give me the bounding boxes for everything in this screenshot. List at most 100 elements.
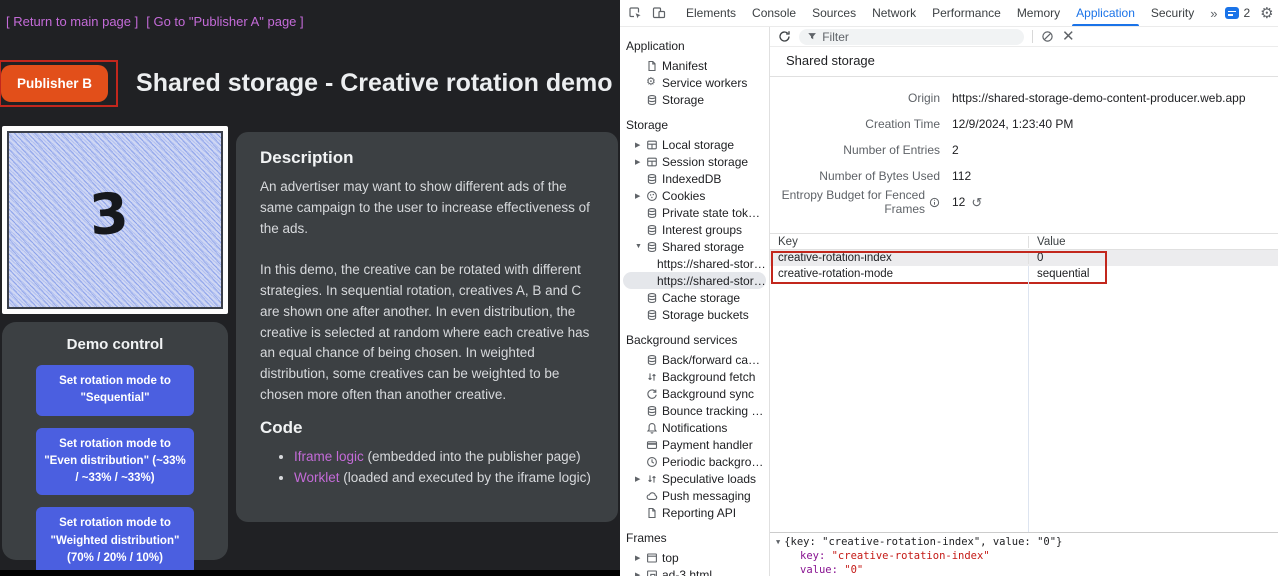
metadata-row-entropy-budget-for-fenced-frames: Entropy Budget for Fenced Frames12↺ <box>770 189 1278 215</box>
rotation-mode-button-2[interactable]: Set rotation mode to "Weighted distribut… <box>36 507 194 575</box>
page-title: Shared storage - Creative rotation demo <box>136 69 613 98</box>
sidebar-item-private-state-tokens[interactable]: Private state tokens <box>623 204 766 221</box>
rotation-mode-button-0[interactable]: Set rotation mode to "Sequential" <box>36 365 194 416</box>
sidebar-item-session-storage[interactable]: ▶ Session storage <box>623 153 766 170</box>
metadata-label-text: Origin <box>908 91 940 105</box>
sidebar-item-label: Payment handler <box>662 438 753 452</box>
rotation-mode-button-1[interactable]: Set rotation mode to "Even distribution"… <box>36 428 194 496</box>
key-column-header[interactable]: Key <box>770 236 1028 248</box>
code-link-worklet[interactable]: Worklet <box>294 470 340 485</box>
payment-card-icon <box>646 439 662 451</box>
expander-icon[interactable]: ▶ <box>635 192 646 200</box>
table-icon <box>646 156 662 168</box>
device-toolbar-icon[interactable] <box>650 4 668 22</box>
sidebar-item-push-messaging[interactable]: Push messaging <box>623 487 766 504</box>
sidebar-item-periodic-background-s[interactable]: Periodic background s... <box>623 453 766 470</box>
sidebar-item-manifest[interactable]: Manifest <box>623 57 766 74</box>
sidebar-item-cache-storage[interactable]: Cache storage <box>623 289 766 306</box>
sidebar-item-https-shared-storage-d[interactable]: https://shared-storage-d... <box>623 272 766 289</box>
info-icon[interactable] <box>929 197 940 208</box>
expander-icon[interactable]: ▶ <box>635 571 646 576</box>
metadata-value: 12 ↺ <box>952 195 982 209</box>
preview-properties: key: "creative-rotation-index"value: "0" <box>776 550 1272 576</box>
table-row-creative-rotation-index[interactable]: creative-rotation-index0 <box>770 250 1278 266</box>
code-link-iframe-logic[interactable]: Iframe logic <box>294 449 364 464</box>
sidebar-item-back-forward-cache[interactable]: Back/forward cache <box>623 351 766 368</box>
sidebar-item-speculative-loads[interactable]: ▶Speculative loads <box>623 470 766 487</box>
inspect-element-icon[interactable] <box>626 4 644 22</box>
sidebar-item-shared-storage[interactable]: ▼Shared storage <box>623 238 766 255</box>
expander-icon[interactable]: ▶ <box>635 554 646 562</box>
description-panel: Description An advertiser may want to sh… <box>236 132 618 522</box>
sidebar-item-interest-groups[interactable]: Interest groups <box>623 221 766 238</box>
tab-elements[interactable]: Elements <box>678 0 744 27</box>
expander-icon[interactable]: ▶ <box>635 141 646 149</box>
sidebar-item-payment-handler[interactable]: Payment handler <box>623 436 766 453</box>
tab-console[interactable]: Console <box>744 0 804 27</box>
publisher-b-button[interactable]: Publisher B <box>1 65 108 102</box>
bell-icon <box>646 422 662 434</box>
clear-all-icon[interactable] <box>1041 30 1054 43</box>
demo-control-panel: Demo control Set rotation mode to "Seque… <box>2 322 228 560</box>
reset-budget-icon[interactable]: ↺ <box>971 196 982 209</box>
tab-security[interactable]: Security <box>1143 0 1202 27</box>
top-link-main-page[interactable]: [ Return to main page ] <box>6 14 138 29</box>
more-tabs-chevron[interactable]: » <box>1202 6 1225 21</box>
sidebar-item-label: Manifest <box>662 59 707 73</box>
sidebar-item-background-fetch[interactable]: Background fetch <box>623 368 766 385</box>
bottom-black-strip <box>0 570 620 576</box>
sidebar-item-label: top <box>662 551 679 565</box>
sidebar-item-bounce-tracking-mitiga[interactable]: Bounce tracking mitiga... <box>623 402 766 419</box>
metadata-row-number-of-entries: Number of Entries2 <box>770 137 1278 163</box>
sidebar-item-reporting-api[interactable]: Reporting API <box>623 504 766 521</box>
metadata-value-text: 12 <box>952 195 965 209</box>
tab-performance[interactable]: Performance <box>924 0 1009 27</box>
description-heading: Description <box>260 148 594 168</box>
sidebar-item-storage[interactable]: Storage <box>623 91 766 108</box>
cloud-icon <box>646 490 662 502</box>
expander-icon[interactable]: ▶ <box>635 475 646 483</box>
up-down-arrows-icon <box>646 473 662 485</box>
database-icon <box>646 207 662 219</box>
database-icon <box>646 309 662 321</box>
document-icon <box>646 507 662 519</box>
sidebar-item-ad-3-html[interactable]: ▶ad-3.html <box>623 566 766 576</box>
table-row-creative-rotation-mode[interactable]: creative-rotation-modesequential <box>770 266 1278 282</box>
issues-button[interactable]: 2 <box>1225 6 1250 20</box>
sidebar-item-local-storage[interactable]: ▶Local storage <box>623 136 766 153</box>
metadata-label: Creation Time <box>770 117 940 131</box>
column-divider[interactable] <box>1028 266 1029 532</box>
sidebar-item-background-sync[interactable]: Background sync <box>623 385 766 402</box>
database-icon <box>646 173 662 185</box>
creative-ad-image: 3 <box>7 131 223 309</box>
refresh-icon[interactable] <box>778 30 791 43</box>
sidebar-item-label: Interest groups <box>662 223 742 237</box>
filter-input[interactable] <box>822 30 1016 44</box>
value-column-header[interactable]: Value <box>1028 236 1278 248</box>
sidebar-item-service-workers[interactable]: ⚙Service workers <box>623 74 766 91</box>
sidebar-item-https-shared-storage-d[interactable]: https://shared-storage-d... <box>623 255 766 272</box>
sidebar-item-storage-buckets[interactable]: Storage buckets <box>623 306 766 323</box>
tab-application[interactable]: Application <box>1068 0 1143 27</box>
expand-triangle-icon[interactable]: ▼ <box>776 538 780 547</box>
filter-field[interactable] <box>799 29 1024 45</box>
settings-gear-icon[interactable]: ⚙ <box>1260 4 1273 22</box>
code-list-item: Worklet (loaded and executed by the ifra… <box>294 468 594 489</box>
sidebar-item-notifications[interactable]: Notifications <box>623 419 766 436</box>
database-icon <box>646 241 662 253</box>
sidebar-item-cookies[interactable]: ▶Cookies <box>623 187 766 204</box>
top-link-publisher-a[interactable]: [ Go to "Publisher A" page ] <box>146 14 303 29</box>
sidebar-item-label: Session storage <box>662 155 748 169</box>
tab-network[interactable]: Network <box>864 0 924 27</box>
document-icon <box>646 60 662 72</box>
tab-sources[interactable]: Sources <box>804 0 864 27</box>
tab-memory[interactable]: Memory <box>1009 0 1068 27</box>
metadata-label: Number of Bytes Used <box>770 169 940 183</box>
demo-buttons: Set rotation mode to "Sequential" Set rot… <box>36 365 194 575</box>
expander-icon[interactable]: ▶ <box>635 158 646 166</box>
sidebar-item-indexeddb[interactable]: IndexedDB <box>623 170 766 187</box>
expander-icon[interactable]: ▼ <box>635 243 646 250</box>
sidebar-item-top[interactable]: ▶ top <box>623 549 766 566</box>
delete-selected-icon[interactable]: ✕ <box>1062 29 1075 44</box>
creative-number: 3 <box>87 181 130 249</box>
